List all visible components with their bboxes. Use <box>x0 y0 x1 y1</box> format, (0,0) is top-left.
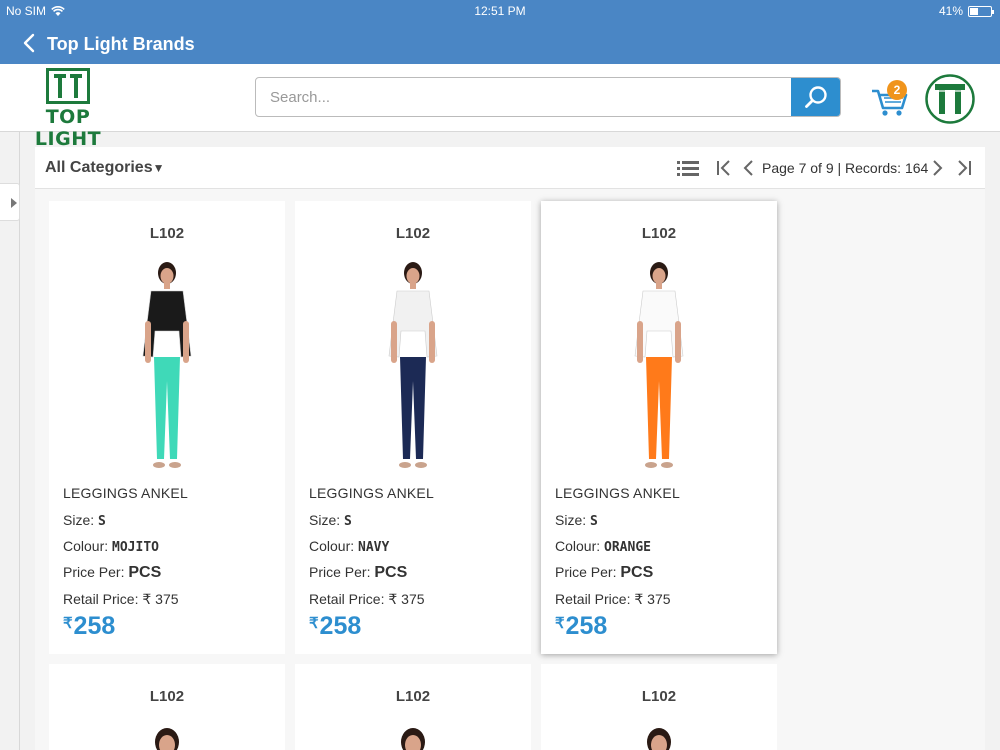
product-image <box>388 262 438 468</box>
product-name: LEGGINGS ANKEL <box>63 485 188 501</box>
product-card[interactable]: L102 LEGGINGS ANKEL Size: S Colour: NAVY… <box>295 201 531 654</box>
side-drawer-toggle[interactable] <box>0 183 20 221</box>
product-name: LEGGINGS ANKEL <box>555 485 680 501</box>
product-panel: All Categories▼ Page 7 of 9 | Records: 1… <box>35 147 985 750</box>
colour-value: ORANGE <box>604 540 651 555</box>
product-code: L102 <box>641 225 677 242</box>
price-per-row: Price Per: PCS <box>63 564 162 581</box>
colour-row: Colour: MOJITO <box>63 538 159 555</box>
status-right: 41% <box>938 4 994 18</box>
search-input[interactable] <box>256 78 792 116</box>
product-card[interactable]: L102 <box>49 664 285 750</box>
side-divider <box>19 132 20 750</box>
cart-count-badge: 2 <box>887 80 907 100</box>
profile-avatar-icon[interactable] <box>925 74 975 124</box>
rupee-icon: ₹ <box>555 615 565 632</box>
product-image <box>647 728 671 750</box>
product-card[interactable]: L102 LEGGINGS ANKEL Size: S Colour: ORAN… <box>541 201 777 654</box>
product-card[interactable]: L102 <box>295 664 531 750</box>
prev-page-icon[interactable] <box>740 156 756 180</box>
colour-value: NAVY <box>358 540 390 555</box>
next-page-icon[interactable] <box>930 156 946 180</box>
battery-icon <box>968 5 994 17</box>
price-per-value: PCS <box>620 564 654 581</box>
product-code: L102 <box>641 688 677 705</box>
size-value: S <box>590 514 598 529</box>
product-image <box>155 728 179 750</box>
price-per-row: Price Per: PCS <box>555 564 654 581</box>
colour-row: Colour: NAVY <box>309 538 390 555</box>
product-code: L102 <box>395 688 431 705</box>
list-view-icon[interactable] <box>676 156 700 180</box>
product-price: ₹258 <box>555 612 608 640</box>
size-value: S <box>344 514 352 529</box>
retail-price-value: ₹ 375 <box>634 591 671 607</box>
size-row: Size: S <box>309 512 352 529</box>
colour-row: Colour: ORANGE <box>555 538 651 555</box>
product-image <box>401 728 425 750</box>
first-page-icon[interactable] <box>715 156 733 180</box>
retail-price-row: Retail Price: ₹ 375 <box>63 591 179 607</box>
brand-logo[interactable]: TOP LIGHT <box>10 68 126 150</box>
last-page-icon[interactable] <box>955 156 973 180</box>
rupee-icon: ₹ <box>309 615 319 632</box>
logo-text: TOP LIGHT <box>34 106 102 150</box>
product-price: ₹258 <box>309 612 362 640</box>
logo-mark-icon <box>46 68 90 104</box>
pagination-info: Page 7 of 9 | Records: 164 <box>762 160 929 176</box>
nav-title: Top Light Brands <box>47 34 195 54</box>
app-header: TOP LIGHT 2 <box>0 64 1000 150</box>
category-dropdown[interactable]: All Categories▼ <box>45 159 164 177</box>
price-per-row: Price Per: PCS <box>309 564 408 581</box>
status-bar: No SIM 12:51 PM 41% <box>0 0 1000 22</box>
size-row: Size: S <box>63 512 106 529</box>
nav-bar: Top Light Brands <box>0 22 1000 64</box>
back-chevron-icon[interactable] <box>20 31 40 55</box>
price-per-value: PCS <box>374 564 408 581</box>
product-name: LEGGINGS ANKEL <box>309 485 434 501</box>
product-card[interactable]: L102 LEGGINGS ANKEL Size: S Colour: MOJI… <box>49 201 285 654</box>
retail-price-row: Retail Price: ₹ 375 <box>309 591 425 607</box>
product-image <box>142 262 192 468</box>
list-toolbar: All Categories▼ Page 7 of 9 | Records: 1… <box>35 147 985 189</box>
cart-button[interactable]: 2 <box>870 80 910 118</box>
search-box <box>255 77 841 117</box>
size-value: S <box>98 514 106 529</box>
product-code: L102 <box>149 688 185 705</box>
retail-price-value: ₹ 375 <box>142 591 179 607</box>
battery-percent: 41% <box>938 4 963 18</box>
price-per-value: PCS <box>128 564 162 581</box>
search-button[interactable] <box>791 78 840 116</box>
product-image <box>634 262 684 468</box>
product-price: ₹258 <box>63 612 116 640</box>
retail-price-row: Retail Price: ₹ 375 <box>555 591 671 607</box>
category-label: All Categories <box>45 159 153 176</box>
size-row: Size: S <box>555 512 598 529</box>
product-code: L102 <box>149 225 185 242</box>
product-code: L102 <box>395 225 431 242</box>
rupee-icon: ₹ <box>63 615 73 632</box>
status-time: 12:51 PM <box>474 4 526 18</box>
product-card[interactable]: L102 <box>541 664 777 750</box>
search-icon <box>805 86 827 108</box>
retail-price-value: ₹ 375 <box>388 591 425 607</box>
dropdown-arrow-icon: ▼ <box>152 161 165 175</box>
colour-value: MOJITO <box>112 540 159 555</box>
